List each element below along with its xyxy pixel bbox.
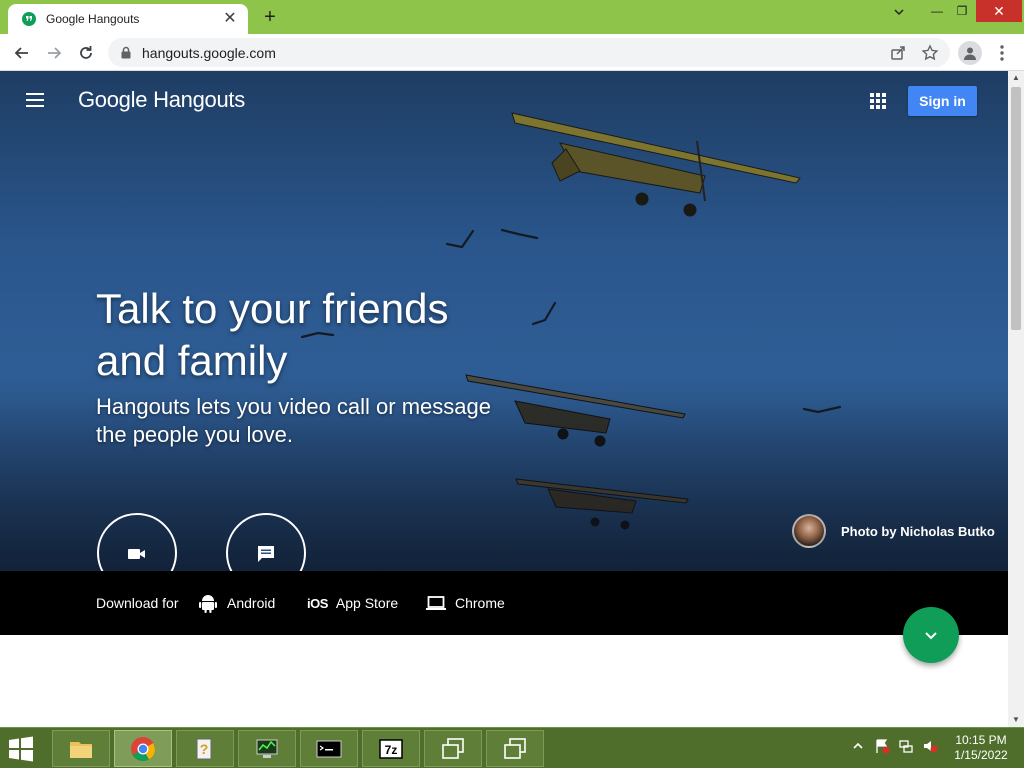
profile-avatar-icon[interactable]: [958, 41, 982, 65]
video-camera-icon: [128, 549, 145, 559]
brand-google-text: Google: [78, 87, 148, 112]
browser-titlebar: Google Hangouts ✕ + — ❐ ✕: [0, 0, 1024, 34]
command-prompt-icon: [316, 740, 342, 757]
hangouts-favicon-icon: [22, 12, 36, 26]
laptop-icon: [426, 596, 446, 610]
svg-text:?: ?: [200, 741, 209, 757]
page-scrollbar[interactable]: ▲ ▼: [1008, 71, 1024, 727]
tab-google-hangouts[interactable]: Google Hangouts ✕: [8, 4, 248, 34]
google-apps-grid-icon[interactable]: [869, 92, 887, 110]
back-button[interactable]: [10, 41, 34, 65]
photographer-avatar: [792, 514, 826, 548]
new-tab-button[interactable]: +: [258, 6, 282, 28]
subline-line-1: Hangouts lets you video call or message: [96, 394, 491, 419]
url-text: hangouts.google.com: [142, 45, 276, 61]
clock-date: 1/15/2022: [954, 748, 1008, 762]
action-center-flag-icon[interactable]: [874, 738, 890, 754]
volume-muted-icon[interactable]: [922, 738, 938, 754]
brand-product-text: Hangouts: [153, 87, 245, 112]
reload-icon: [80, 46, 92, 59]
taskbar-system-monitor[interactable]: [238, 730, 296, 767]
page-viewport: Google Hangouts Sign in Talk to your frie…: [0, 71, 1008, 727]
tab-title: Google Hangouts: [46, 12, 140, 26]
start-windows-icon[interactable]: [6, 734, 36, 764]
taskbar-help[interactable]: ?: [176, 730, 234, 767]
hamburger-menu-icon[interactable]: [24, 90, 48, 110]
chat-message-icon: [258, 546, 274, 562]
chevron-down-icon: [925, 632, 937, 640]
close-window-button[interactable]: ✕: [976, 0, 1022, 22]
browser-menu-icon[interactable]: [994, 42, 1010, 64]
maximize-button[interactable]: ❐: [945, 0, 979, 22]
photo-credit: Photo by Nicholas Butko: [841, 524, 995, 539]
download-bar: Download for Android iOS App Store Chrom…: [0, 571, 1008, 635]
share-icon[interactable]: [889, 44, 907, 62]
hero-subline: Hangouts lets you video call or message …: [96, 393, 556, 449]
lock-icon: [121, 46, 131, 59]
hero-banner: Google Hangouts Sign in Talk to your frie…: [0, 71, 1008, 571]
download-label: Download for: [96, 595, 179, 611]
monitor-chart-icon: [256, 739, 278, 758]
7zip-icon: 7z: [379, 738, 403, 759]
scroll-down-button[interactable]: [903, 607, 959, 663]
chrome-label: Chrome: [455, 595, 505, 611]
browser-toolbar: hangouts.google.com: [0, 34, 1024, 71]
taskbar-window-switcher-2[interactable]: [486, 730, 544, 767]
android-label: Android: [227, 595, 276, 611]
subline-line-2: the people you love.: [96, 422, 293, 447]
airplane-top-image: [511, 112, 801, 217]
taskbar-chrome[interactable]: [114, 730, 172, 767]
forward-arrow-icon: [48, 47, 62, 59]
app-store-label: App Store: [335, 595, 399, 611]
help-document-icon: ?: [196, 738, 212, 759]
network-icon[interactable]: [898, 738, 914, 754]
reload-button[interactable]: [74, 41, 98, 65]
headline-line-2: and family: [96, 337, 288, 384]
back-arrow-icon: [14, 47, 28, 59]
windows-stack-icon: [442, 737, 464, 759]
sign-in-button[interactable]: Sign in: [908, 86, 977, 116]
ios-icon: iOS: [307, 595, 328, 611]
download-android-link[interactable]: Android: [197, 590, 275, 616]
screen: Google Hangouts ✕ + — ❐ ✕ hangouts.googl…: [0, 0, 1024, 768]
hero-headline: Talk to your friends and family: [96, 283, 536, 387]
download-chrome-link[interactable]: Chrome: [425, 590, 505, 616]
tab-close-icon[interactable]: ✕: [222, 11, 238, 27]
android-icon: [199, 595, 217, 613]
scrollbar-thumb[interactable]: [1011, 87, 1021, 330]
headline-line-1: Talk to your friends: [96, 285, 449, 332]
google-hangouts-logo[interactable]: Google Hangouts: [78, 87, 245, 113]
forward-button[interactable]: [42, 41, 66, 65]
chrome-icon: [131, 736, 155, 761]
clock-time: 10:15 PM: [955, 733, 1007, 747]
download-app-store-link[interactable]: iOS App Store: [307, 590, 398, 616]
folder-icon: [70, 741, 92, 758]
windows-stack-icon: [504, 737, 526, 759]
svg-text:7z: 7z: [385, 743, 398, 757]
taskbar-clock[interactable]: 10:15 PM 1/15/2022: [950, 733, 1012, 763]
taskbar-file-explorer[interactable]: [52, 730, 110, 767]
bookmark-star-icon[interactable]: [921, 44, 939, 62]
taskbar-window-switcher[interactable]: [424, 730, 482, 767]
windows-taskbar: ? 7z 10:15 PM 1/15/2022: [0, 727, 1024, 768]
taskbar-7zip[interactable]: 7z: [362, 730, 420, 767]
scroll-up-arrow-icon[interactable]: ▲: [1008, 71, 1024, 85]
address-bar[interactable]: hangouts.google.com: [108, 38, 950, 67]
scroll-down-arrow-icon[interactable]: ▼: [1008, 713, 1024, 727]
taskbar-command-prompt[interactable]: [300, 730, 358, 767]
tray-show-hidden-icon[interactable]: [850, 738, 866, 754]
tab-search-dropdown-icon[interactable]: [882, 0, 916, 22]
